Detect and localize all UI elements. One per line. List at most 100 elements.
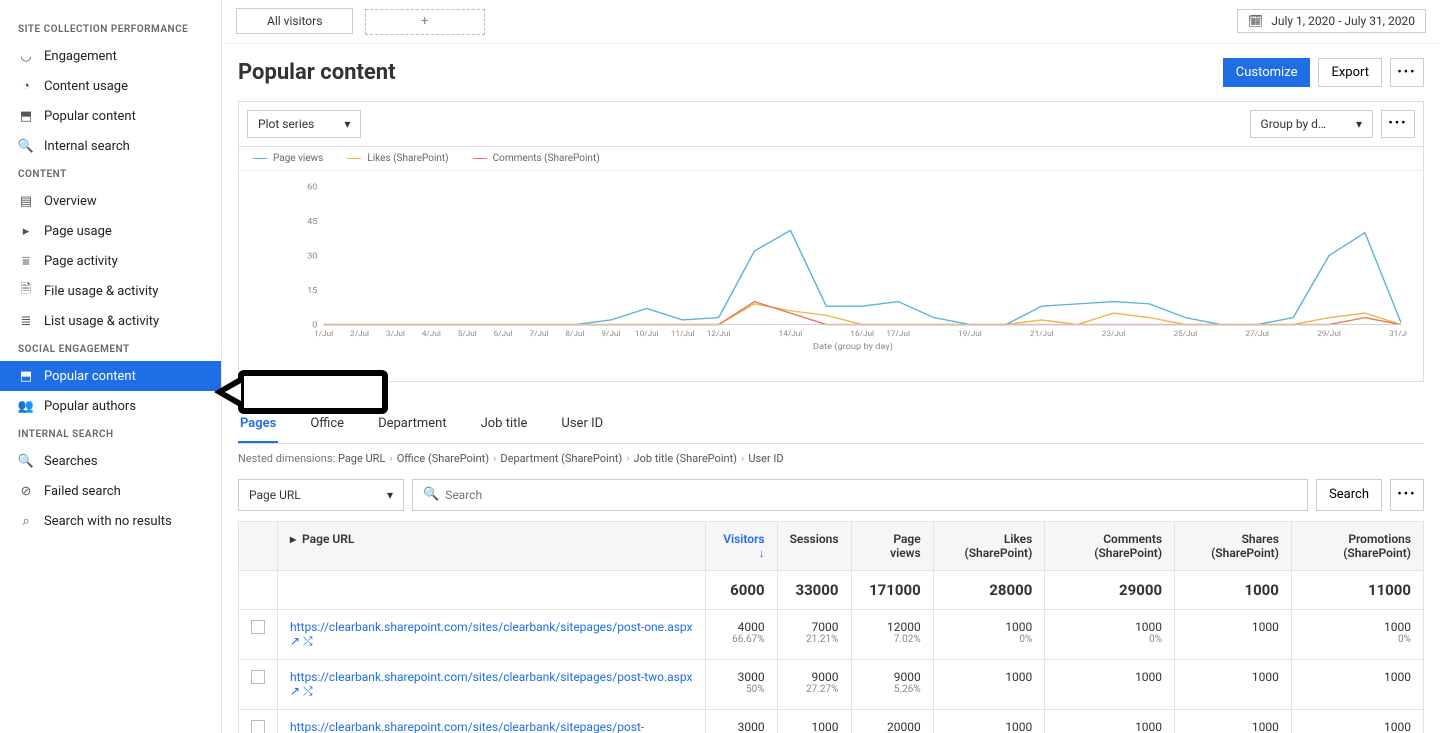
row-checkbox[interactable] <box>251 720 265 733</box>
col-page-url[interactable]: ▸Page URL <box>278 521 706 570</box>
col-shares-sharepoint-[interactable]: Shares (SharePoint) <box>1175 521 1292 570</box>
sidebar-item-page-usage[interactable]: ▸Page usage <box>0 216 221 246</box>
sidebar-item-label: Page usage <box>44 224 112 239</box>
sidebar-item-popular-authors[interactable]: 👥Popular authors <box>0 391 221 421</box>
sidebar-item-internal-search[interactable]: 🔍Internal search <box>0 131 221 161</box>
col-visitors[interactable]: Visitors ↓ <box>705 521 777 570</box>
svg-text:2/Jul: 2/Jul <box>350 329 369 338</box>
col-promotions-sharepoint-[interactable]: Promotions (SharePoint) <box>1291 521 1423 570</box>
visitors-tab[interactable]: All visitors <box>236 8 353 34</box>
sidebar-item-popular-content[interactable]: ⬒ Popular content <box>0 101 221 131</box>
add-tab-button[interactable]: + <box>365 9 485 35</box>
chevron-down-icon: ▾ <box>387 488 393 502</box>
sidebar-item-searches[interactable]: 🔍 Searches <box>0 446 221 476</box>
legend-entry[interactable]: Comments (SharePoint) <box>473 153 600 164</box>
sidebar-item-label: Content usage <box>44 79 128 94</box>
sidebar-section-title: SITE COLLECTION PERFORMANCE <box>0 16 221 41</box>
data-table: ▸Page URLVisitors ↓SessionsPage viewsLik… <box>238 521 1424 733</box>
shuffle-icon[interactable]: ⤭ <box>303 684 313 698</box>
dimension-tabs: PagesOfficeDepartmentJob titleUser ID <box>238 406 1424 444</box>
sidebar-item-search-with-no-results[interactable]: ⌕Search with no results <box>0 506 221 536</box>
breadcrumb-item[interactable]: User ID <box>748 452 783 465</box>
breadcrumb-item[interactable]: Job title (SharePoint) <box>634 452 737 465</box>
calendar-icon: 🗓 <box>1248 14 1263 28</box>
col-comments-sharepoint-[interactable]: Comments (SharePoint) <box>1045 521 1175 570</box>
table-row: https://clearbank.sharepoint.com/sites/c… <box>239 709 1424 733</box>
svg-text:16/Jul: 16/Jul <box>850 329 874 338</box>
svg-text:6/Jul: 6/Jul <box>494 329 513 338</box>
content-usage-icon: ◔ <box>18 78 34 94</box>
sidebar-item-label: List usage & activity <box>44 314 159 329</box>
page-link[interactable]: https://clearbank.sharepoint.com/sites/c… <box>290 720 644 733</box>
page-link[interactable]: https://clearbank.sharepoint.com/sites/c… <box>290 620 693 634</box>
date-range-picker[interactable]: 🗓 July 1, 2020 - July 31, 2020 <box>1237 9 1426 33</box>
breadcrumb-item[interactable]: Department (SharePoint) <box>500 452 622 465</box>
page-url-select[interactable]: Page URL▾ <box>238 479 404 511</box>
sidebar-item-page-activity[interactable]: ⩸Page activity <box>0 246 221 276</box>
more-button[interactable]: ••• <box>1390 58 1424 87</box>
col-sessions[interactable]: Sessions <box>777 521 851 570</box>
col-likes-sharepoint-[interactable]: Likes (SharePoint) <box>933 521 1045 570</box>
sidebar-item-popular-content[interactable]: ⬒Popular content <box>0 361 221 391</box>
external-link-icon[interactable]: ↗ <box>290 684 300 698</box>
page-link[interactable]: https://clearbank.sharepoint.com/sites/c… <box>290 670 692 684</box>
page-activity-icon: ⩸ <box>18 253 34 269</box>
customize-button[interactable]: Customize <box>1223 58 1311 87</box>
search-input[interactable] <box>439 480 1297 510</box>
svg-text:25/Jul: 25/Jul <box>1174 329 1198 338</box>
overview-icon: ▤ <box>18 193 34 209</box>
legend-entry[interactable]: Page views <box>253 153 323 164</box>
sidebar-section-title: INTERNAL SEARCH <box>0 421 221 446</box>
search-button[interactable]: Search <box>1316 479 1382 511</box>
group-by-select[interactable]: Group by d…▾ <box>1250 110 1373 138</box>
chart-more-button[interactable]: ••• <box>1381 110 1415 138</box>
svg-text:23/Jul: 23/Jul <box>1102 329 1126 338</box>
svg-text:45: 45 <box>307 217 317 227</box>
shuffle-icon[interactable]: ⤭ <box>303 634 313 648</box>
row-checkbox[interactable] <box>251 620 265 634</box>
external-link-icon[interactable]: ↗ <box>290 634 300 648</box>
svg-text:17/Jul: 17/Jul <box>886 329 910 338</box>
tab-user-id[interactable]: User ID <box>559 406 605 443</box>
svg-text:9/Jul: 9/Jul <box>601 329 620 338</box>
svg-text:1/Jul: 1/Jul <box>314 329 333 338</box>
failed-search-icon: ⊘ <box>18 483 34 499</box>
svg-text:21/Jul: 21/Jul <box>1030 329 1054 338</box>
svg-text:12/Jul: 12/Jul <box>707 329 731 338</box>
sidebar-item-label: Overview <box>44 194 97 209</box>
sidebar: SITE COLLECTION PERFORMANCE◡Engagement ◔ C… <box>0 0 222 733</box>
play-icon: ▸ <box>290 532 296 546</box>
tab-job-title[interactable]: Job title <box>479 406 530 443</box>
sidebar-item-label: Popular content <box>44 109 136 124</box>
sidebar-item-failed-search[interactable]: ⊘ Failed search <box>0 476 221 506</box>
table-more-button[interactable]: ••• <box>1390 479 1424 511</box>
sidebar-item-list-usage-activity[interactable]: ≣ List usage & activity <box>0 306 221 336</box>
sidebar-item-overview[interactable]: ▤ Overview <box>0 186 221 216</box>
search-icon: 🔍 <box>18 453 34 469</box>
row-checkbox[interactable] <box>251 670 265 684</box>
export-button[interactable]: Export <box>1318 58 1382 87</box>
svg-text:14/Jul: 14/Jul <box>779 329 803 338</box>
authors-icon: 👥 <box>18 398 34 414</box>
file-icon: 🗎 <box>18 283 34 299</box>
sidebar-item-content-usage[interactable]: ◔ Content usage <box>0 71 221 101</box>
svg-text:29/Jul: 29/Jul <box>1317 329 1341 338</box>
toolbar: All visitors + 🗓 July 1, 2020 - July 31,… <box>222 0 1440 44</box>
popular-content-icon: ⬒ <box>18 108 34 124</box>
col-page-views[interactable]: Page views <box>851 521 933 570</box>
sidebar-section-title: SOCIAL ENGAGEMENT <box>0 336 221 361</box>
breadcrumb-item[interactable]: Office (SharePoint) <box>397 452 489 465</box>
sidebar-item-engagement[interactable]: ◡Engagement <box>0 41 221 71</box>
breadcrumb-item[interactable]: Page URL <box>338 452 385 465</box>
sidebar-item-label: Searches <box>44 454 98 469</box>
svg-text:31/Jul: 31/Jul <box>1389 329 1407 338</box>
list-icon: ≣ <box>18 313 34 329</box>
legend-entry[interactable]: Likes (SharePoint) <box>347 153 448 164</box>
no-results-icon: ⌕ <box>18 513 34 529</box>
main: All visitors + 🗓 July 1, 2020 - July 31,… <box>222 0 1440 733</box>
sidebar-section-title: CONTENT <box>0 161 221 186</box>
sidebar-item-label: Failed search <box>44 484 121 499</box>
svg-text:60: 60 <box>307 182 317 192</box>
plot-series-select[interactable]: Plot series▾ <box>247 110 361 138</box>
sidebar-item-file-usage-activity[interactable]: 🗎File usage & activity <box>0 276 221 306</box>
